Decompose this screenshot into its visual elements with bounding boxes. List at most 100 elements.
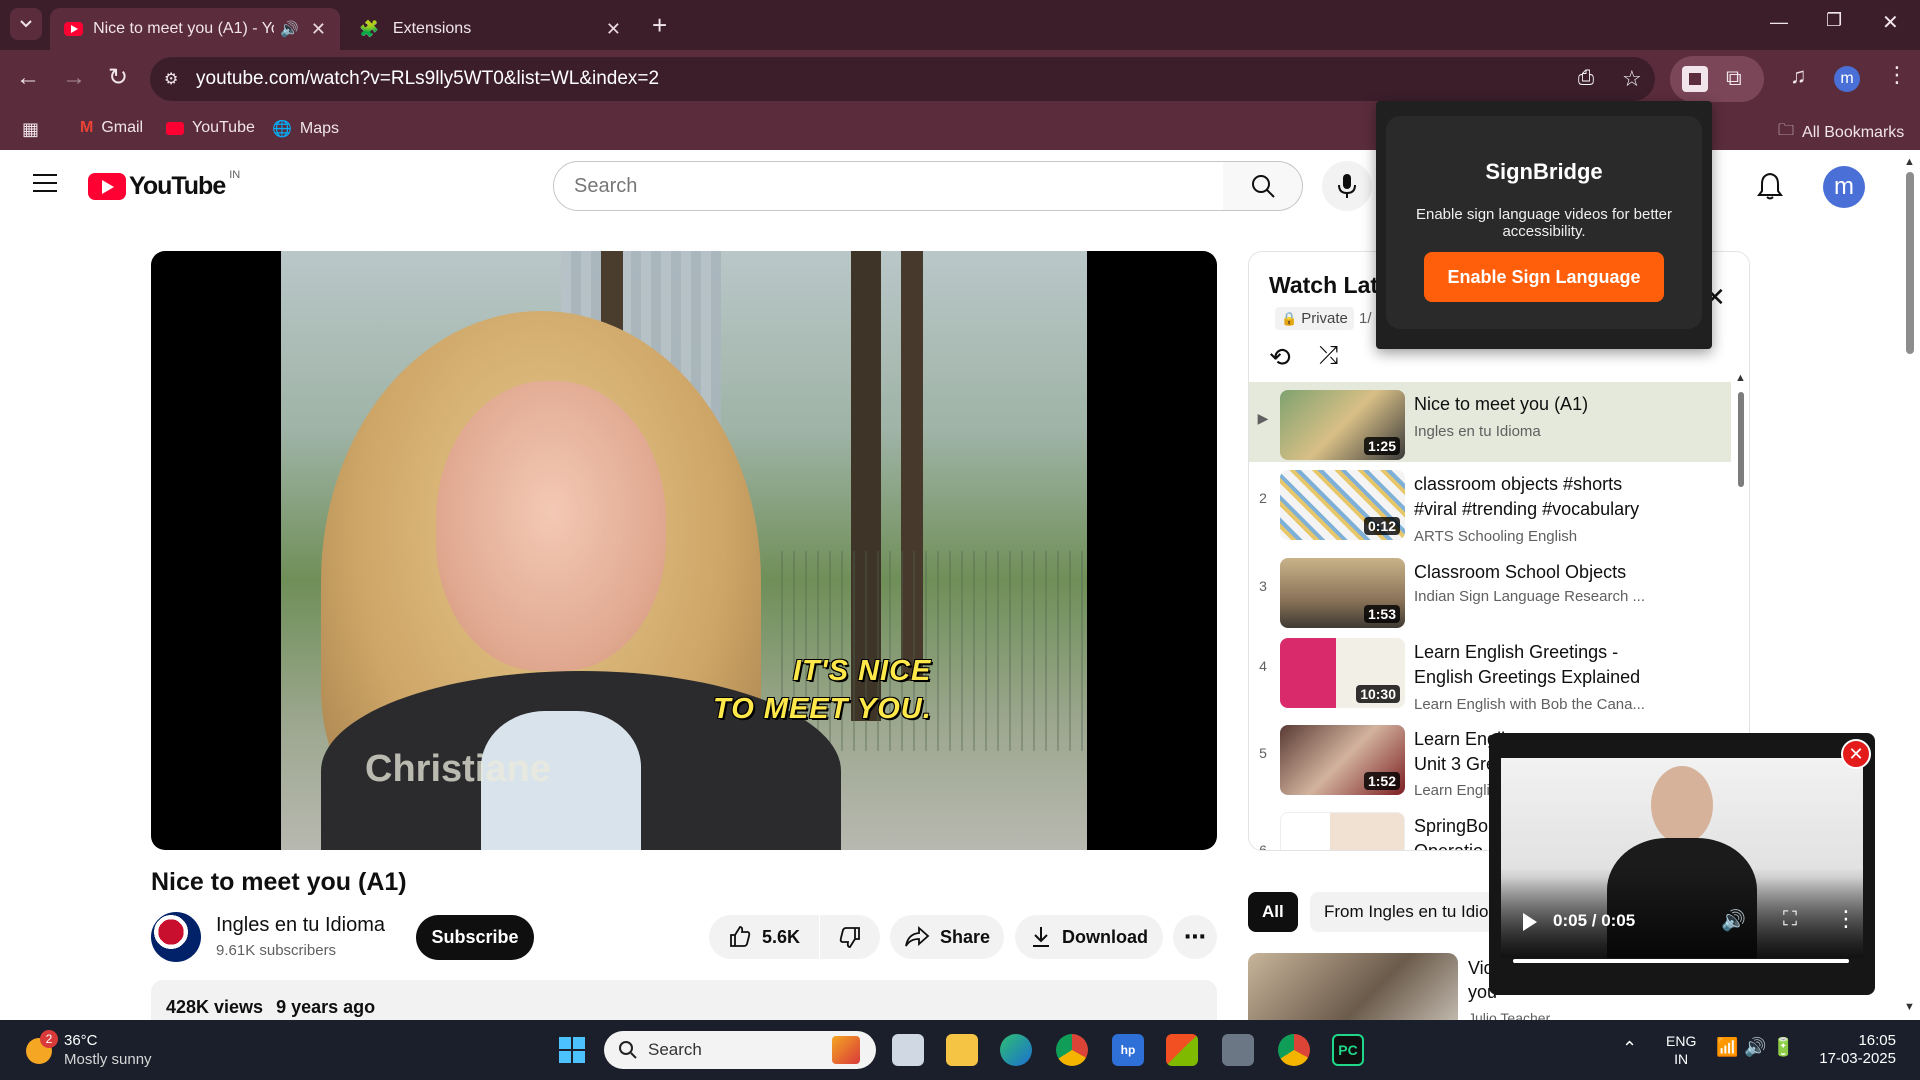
playlist-item[interactable]: 3 1:53 Classroom School Objects Indian S… [1249,550,1731,630]
subscribe-button[interactable]: Subscribe [416,915,534,960]
camera-icon[interactable] [1222,1034,1254,1066]
task-view-icon[interactable] [892,1034,924,1066]
myhp-icon[interactable]: hp [1112,1034,1144,1066]
file-explorer-icon[interactable] [946,1034,978,1066]
clock-date: 17-03-2025 [1819,1050,1896,1067]
signbridge-extension-icon[interactable] [1682,66,1708,92]
bookmark-gmail[interactable]: M Gmail [80,119,143,137]
install-app-icon[interactable]: ⎙ [1578,67,1594,90]
wifi-icon[interactable]: 📶 [1716,1037,1738,1058]
enable-sign-language-button[interactable]: Enable Sign Language [1424,252,1664,302]
description-box[interactable]: 428K views 9 years ago [151,980,1217,1020]
chip-all[interactable]: All [1248,892,1298,932]
tab-extensions[interactable]: 🧩 Extensions ✕ [345,8,635,50]
microsoft-store-icon[interactable] [1166,1034,1198,1066]
youtube-logo[interactable]: YouTube IN [88,169,240,201]
voice-search-button[interactable] [1322,161,1372,211]
search-highlight-icon [832,1036,860,1064]
logo-text: YouTube [129,172,226,200]
speaker-icon[interactable]: 🔊 [280,20,299,38]
search-input[interactable]: Search [553,161,1224,211]
page-scrollbar[interactable] [1906,172,1914,354]
playlist-item[interactable]: 2 0:12 classroom objects #shorts #viral … [1249,462,1731,545]
mini-more-icon[interactable]: ⋮ [1835,906,1857,932]
share-button[interactable]: Share [890,915,1004,959]
thumbnail: 1:53 [1280,558,1405,628]
bookmark-maps[interactable]: 🌐 Maps [272,119,339,139]
recommended-thumbnail[interactable] [1248,953,1458,1020]
site-info-icon[interactable]: ⚙ [164,69,178,89]
subscriber-count: 9.61K subscribers [216,942,337,959]
back-arrow-icon[interactable]: ← [16,64,40,92]
media-controls-icon[interactable]: ♫ [1790,63,1807,89]
extensions-puzzle-icon[interactable]: ⧉ [1726,65,1742,91]
chrome-icon[interactable] [1056,1034,1088,1066]
show-hidden-icons[interactable]: ⌃ [1622,1038,1637,1059]
channel-name[interactable]: Ingles en tu Idioma [216,914,385,937]
close-window-button[interactable]: ✕ [1882,10,1899,35]
globe-icon: 🌐 [272,121,292,138]
search-button[interactable] [1223,161,1303,211]
address-bar[interactable]: ⚙ youtube.com/watch?v=RLs9lly5WT0&list=W… [150,57,1655,101]
volume-icon[interactable]: 🔊 [1744,1037,1766,1058]
clock[interactable]: 16:05 17-03-2025 [1816,1032,1896,1068]
more-actions-button[interactable]: ⋯ [1173,915,1217,959]
tab-search-button[interactable] [10,8,42,40]
chip-from-channel[interactable]: From Ingles en tu Idio [1310,892,1503,932]
playlist-item-channel: Indian Sign Language Research ... [1414,588,1645,605]
playlist-item[interactable]: ▶ 1:25 Nice to meet you (A1) Ingles en t… [1249,382,1731,462]
mini-fullscreen-icon[interactable]: ⛶ [1783,908,1797,931]
playlist-scroll-up-icon[interactable]: ▲ [1735,372,1746,384]
playlist-scrollbar[interactable] [1738,392,1744,487]
close-mini-player-button[interactable]: ✕ [1841,739,1871,769]
notifications-bell-icon[interactable] [1757,172,1783,205]
channel-avatar[interactable] [151,912,201,962]
apps-grid-icon[interactable]: ▦ [22,119,39,140]
signbridge-extension-button[interactable]: ⧉ [1670,56,1764,102]
mini-volume-icon[interactable]: 🔊 [1721,908,1746,933]
shuffle-icon[interactable]: ⤮ [1319,342,1338,370]
chrome-profile-icon[interactable] [1278,1034,1310,1066]
weather-widget[interactable]: 2 36°C Mostly sunny [26,1030,206,1070]
restore-button[interactable]: ❐ [1826,10,1842,31]
playlist-index: 6 [1259,842,1267,851]
signbridge-title: SignBridge [1485,159,1603,184]
mini-play-icon[interactable] [1523,913,1537,931]
close-tab-icon[interactable]: ✕ [311,19,326,40]
mini-progress-track[interactable] [1513,959,1849,963]
profile-avatar[interactable]: m [1834,66,1860,92]
language-indicator[interactable]: ENG IN [1666,1032,1696,1068]
taskbar-search[interactable]: Search [604,1031,876,1069]
minimize-button[interactable]: — [1770,12,1788,33]
weather-temp: 36°C [64,1032,98,1049]
view-count: 428K views [166,997,264,1017]
tab-youtube[interactable]: Nice to meet you (A1) - You 🔊 ✕ [50,8,340,50]
loop-icon[interactable]: ⟲ [1269,342,1291,373]
battery-icon[interactable]: 🔋 [1772,1037,1794,1058]
weather-badge: 2 [40,1030,58,1048]
hamburger-menu-icon[interactable] [33,174,57,192]
close-tab-icon[interactable]: ✕ [606,19,621,40]
page-scroll-up-icon[interactable]: ▲ [1904,156,1915,168]
like-button[interactable]: 5.6K [709,915,819,959]
reload-icon[interactable]: ↻ [108,63,128,92]
edge-icon[interactable] [1000,1034,1032,1066]
bookmark-youtube[interactable]: YouTube [166,119,255,137]
download-button[interactable]: Download [1015,915,1163,959]
more-menu-icon[interactable]: ⋮ [1886,62,1908,88]
pycharm-icon[interactable]: PC [1332,1034,1364,1066]
playlist-item[interactable]: 4 10:30 Learn English Greetings - Englis… [1249,630,1731,713]
thumbs-up-icon [730,926,751,947]
start-windows-icon[interactable] [556,1034,588,1066]
forward-arrow-icon[interactable]: → [62,64,86,92]
sign-language-video[interactable]: 0:05 / 0:05 🔊 ⛶ ⋮ [1501,758,1863,958]
new-tab-button[interactable]: + [652,10,667,41]
video-player[interactable]: IT'S NICE TO MEET YOU. Christiane [151,251,1217,850]
playlist-title[interactable]: Watch Lat [1269,272,1378,299]
account-avatar[interactable]: m [1823,166,1865,208]
page-scroll-down-icon[interactable]: ▼ [1904,1001,1915,1013]
all-bookmarks[interactable]: 🗀 All Bookmarks [1778,119,1904,146]
bookmark-star-icon[interactable]: ☆ [1622,66,1642,92]
signbridge-description: Enable sign language videos for better a… [1415,206,1672,240]
dislike-button[interactable] [820,915,880,959]
